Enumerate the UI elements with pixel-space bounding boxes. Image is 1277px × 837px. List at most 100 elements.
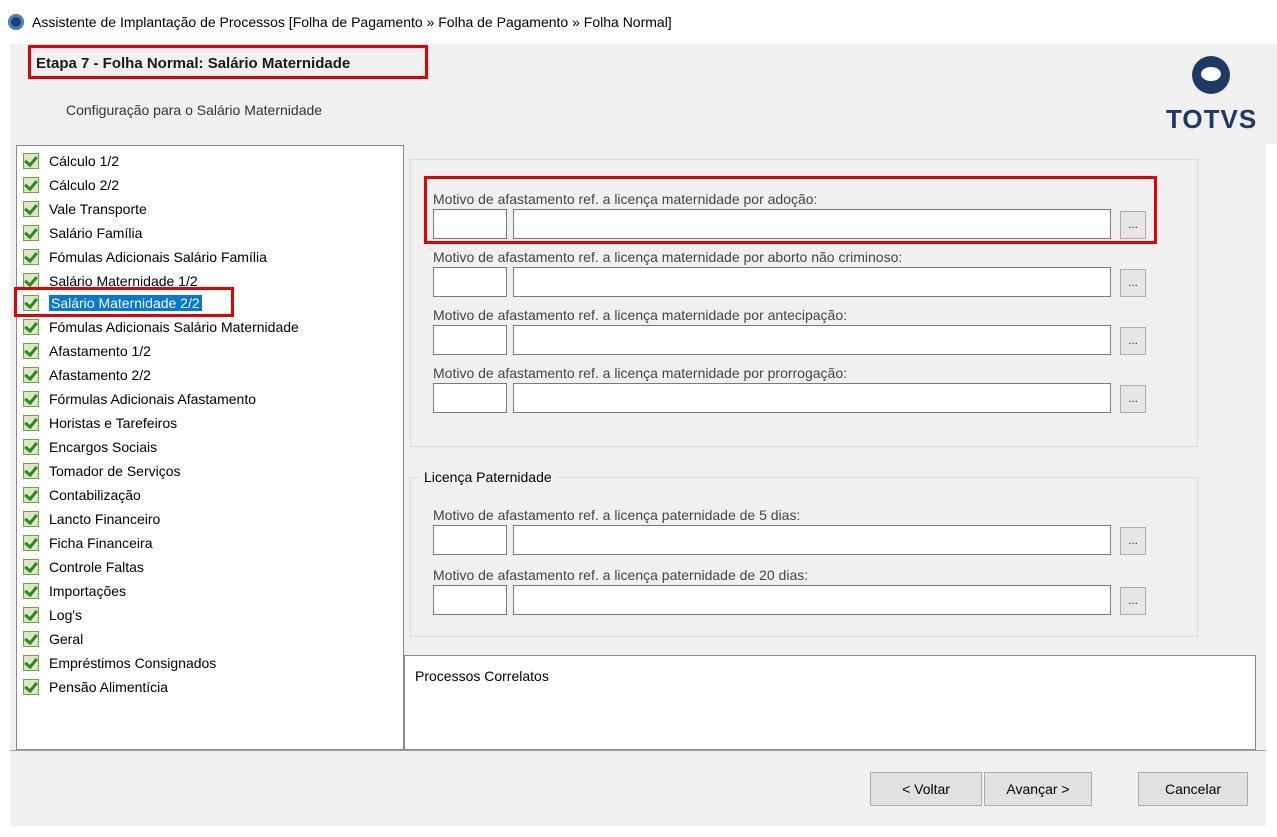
tree-item-label: Ficha Financeira (49, 535, 153, 551)
anticipation-lookup-button[interactable]: ... (1120, 327, 1146, 355)
tree-item-label: Fómulas Adicionais Salário Família (49, 249, 267, 265)
check-icon (23, 463, 39, 479)
check-icon (23, 679, 39, 695)
next-button[interactable]: Avançar > (984, 772, 1092, 806)
related-processes-panel: Processos Correlatos (404, 655, 1256, 750)
abortion-description-input[interactable] (513, 267, 1111, 297)
window-border (1266, 44, 1277, 837)
check-icon (23, 583, 39, 599)
tree-item-label: Horistas e Tarefeiros (49, 415, 178, 431)
check-icon (23, 487, 39, 503)
tree-item[interactable]: Encargos Sociais (23, 436, 157, 458)
tree-item[interactable]: Empréstimos Consignados (23, 652, 216, 674)
tree-item-label: Importações (49, 583, 127, 599)
step-title-highlight (28, 45, 428, 79)
window-border (0, 44, 10, 837)
tree-item[interactable]: Fómulas Adicionais Salário Família (23, 246, 267, 268)
tree-item[interactable]: Pensão Alimentícia (23, 676, 168, 698)
tree-item[interactable]: Horistas e Tarefeiros (23, 412, 177, 434)
check-icon (23, 367, 39, 383)
anticipation-code-input[interactable] (433, 325, 507, 355)
check-icon (23, 201, 39, 217)
check-icon (23, 607, 39, 623)
check-icon (23, 343, 39, 359)
check-icon (23, 225, 39, 241)
check-icon (23, 249, 39, 265)
paternity-20-description-input[interactable] (513, 585, 1111, 615)
cancel-button[interactable]: Cancelar (1138, 772, 1248, 806)
steps-tree[interactable]: Cálculo 1/2 Cálculo 2/2 Vale Transporte … (16, 145, 404, 750)
tree-item-label: Cálculo 1/2 (49, 153, 120, 169)
check-icon (23, 177, 39, 193)
tree-item-label: Afastamento 1/2 (49, 343, 151, 359)
title-bar: Assistente de Implantação de Processos [… (0, 0, 1277, 44)
related-processes-label: Processos Correlatos (415, 668, 549, 684)
anticipation-description-input[interactable] (513, 325, 1111, 355)
tree-item-label: Encargos Sociais (49, 439, 158, 455)
tree-item[interactable]: Afastamento 1/2 (23, 340, 151, 362)
field-label: Motivo de afastamento ref. a licença mat… (433, 365, 848, 381)
check-icon (23, 439, 39, 455)
tree-item-label: Salário Família (49, 225, 143, 241)
check-icon (23, 319, 39, 335)
tree-item[interactable]: Geral (23, 628, 83, 650)
paternity-20-code-input[interactable] (433, 585, 507, 615)
tree-item-label: Empréstimos Consignados (49, 655, 217, 671)
tree-item[interactable]: Lancto Financeiro (23, 508, 160, 530)
app-icon (8, 14, 24, 30)
extension-lookup-button[interactable]: ... (1120, 385, 1146, 413)
totvs-logo: TOTVS (1166, 56, 1256, 136)
window-title: Assistente de Implantação de Processos [… (32, 14, 672, 30)
field-label: Motivo de afastamento ref. a licença pat… (433, 567, 809, 583)
footer-divider (10, 750, 1266, 751)
field-label: Motivo de afastamento ref. a licença pat… (433, 507, 801, 523)
check-icon (23, 535, 39, 551)
paternity-20-lookup-button[interactable]: ... (1120, 587, 1146, 615)
field-label: Motivo de afastamento ref. a licença mat… (433, 249, 903, 265)
tree-item-label: Geral (49, 631, 84, 647)
tree-item-label: Fórmulas Adicionais Afastamento (49, 391, 256, 407)
check-icon (23, 559, 39, 575)
field-label: Motivo de afastamento ref. a licença mat… (433, 307, 848, 323)
step-subtitle: Configuração para o Salário Maternidade (66, 102, 323, 118)
tree-item[interactable]: Cálculo 2/2 (23, 174, 119, 196)
tree-item-label: Fómulas Adicionais Salário Maternidade (49, 319, 299, 335)
abortion-code-input[interactable] (433, 267, 507, 297)
tree-item-label: Pensão Alimentícia (49, 679, 169, 695)
tree-item-label: Lancto Financeiro (49, 511, 161, 527)
check-icon (23, 153, 39, 169)
check-icon (23, 655, 39, 671)
tree-item[interactable]: Controle Faltas (23, 556, 144, 578)
tree-item[interactable]: Afastamento 2/2 (23, 364, 151, 386)
tree-item-label: Cálculo 2/2 (49, 177, 120, 193)
tree-item[interactable]: Tomador de Serviços (23, 460, 181, 482)
tree-item-label: Log's (49, 607, 83, 623)
paternity-legend: Licença Paternidade (420, 469, 556, 485)
tree-item-label: Controle Faltas (49, 559, 144, 575)
extension-description-input[interactable] (513, 383, 1111, 413)
paternity-5-code-input[interactable] (433, 525, 507, 555)
adoption-field-highlight (424, 176, 1157, 244)
window-border (10, 826, 1266, 837)
tree-item-label: Afastamento 2/2 (49, 367, 151, 383)
tree-item[interactable]: Fómulas Adicionais Salário Maternidade (23, 316, 299, 338)
tree-item[interactable]: Salário Família (23, 222, 142, 244)
tree-item-label: Tomador de Serviços (49, 463, 181, 479)
tree-item[interactable]: Vale Transporte (23, 198, 147, 220)
tree-item[interactable]: Cálculo 1/2 (23, 150, 119, 172)
totvs-logo-icon (1192, 56, 1230, 94)
totvs-logo-text: TOTVS (1166, 104, 1258, 134)
paternity-5-description-input[interactable] (513, 525, 1111, 555)
tree-item-label: Vale Transporte (49, 201, 147, 217)
paternity-5-lookup-button[interactable]: ... (1120, 527, 1146, 555)
check-icon (23, 511, 39, 527)
check-icon (23, 391, 39, 407)
abortion-lookup-button[interactable]: ... (1120, 269, 1146, 297)
tree-item[interactable]: Fórmulas Adicionais Afastamento (23, 388, 256, 410)
tree-item[interactable]: Log's (23, 604, 82, 626)
tree-item[interactable]: Contabilização (23, 484, 141, 506)
tree-item[interactable]: Importações (23, 580, 126, 602)
tree-item[interactable]: Ficha Financeira (23, 532, 153, 554)
extension-code-input[interactable] (433, 383, 507, 413)
back-button[interactable]: < Voltar (870, 772, 982, 806)
